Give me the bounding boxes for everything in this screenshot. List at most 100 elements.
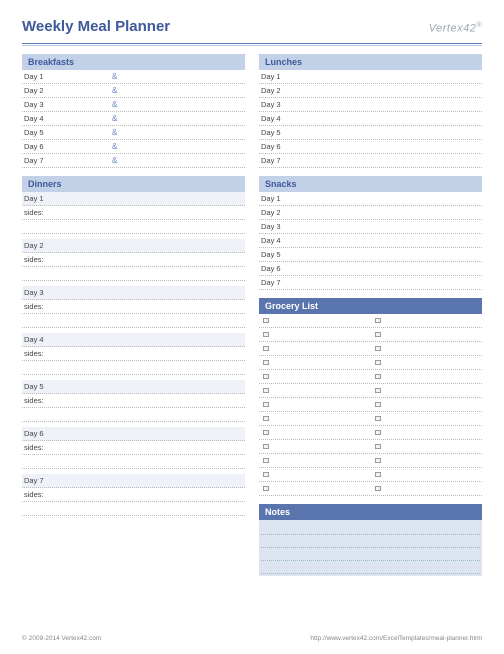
sides-label: sides: — [24, 208, 54, 217]
checkbox-icon — [263, 472, 269, 477]
day-label: Day 6 — [24, 429, 54, 438]
lunch-row: Day 7 — [259, 154, 482, 168]
day-label: Day 7 — [24, 476, 54, 485]
checkbox-icon — [263, 430, 269, 435]
grocery-row — [259, 412, 482, 426]
dinner-main-row: Day 2 — [22, 239, 245, 253]
checkbox-icon — [375, 388, 381, 393]
lunch-row: Day 6 — [259, 140, 482, 154]
checkbox-icon — [375, 458, 381, 463]
notes-line — [261, 535, 480, 548]
grocery-row — [259, 482, 482, 496]
grocery-cell — [371, 458, 483, 463]
breakfast-row: Day 4 & — [22, 112, 245, 126]
grocery-cell — [259, 318, 371, 323]
ampersand: & — [112, 114, 117, 123]
grocery-cell — [371, 332, 483, 337]
dinner-main-row: Day 7 — [22, 474, 245, 488]
day-label: Day 5 — [261, 250, 291, 259]
grocery-row — [259, 398, 482, 412]
day-label: Day 2 — [24, 241, 54, 250]
dinner-block: Day 6 sides: — [22, 427, 245, 469]
grocery-cell — [371, 360, 483, 365]
day-label: Day 1 — [24, 194, 54, 203]
day-label: Day 3 — [261, 100, 291, 109]
dinner-block: Day 4 sides: — [22, 333, 245, 375]
grocery-row — [259, 356, 482, 370]
checkbox-icon — [375, 374, 381, 379]
grocery-cell — [259, 416, 371, 421]
checkbox-icon — [375, 486, 381, 491]
day-label: Day 4 — [261, 236, 291, 245]
snack-row: Day 6 — [259, 262, 482, 276]
checkbox-icon — [375, 402, 381, 407]
day-label: Day 3 — [261, 222, 291, 231]
day-label: Day 6 — [261, 264, 291, 273]
grocery-cell — [259, 374, 371, 379]
snack-row: Day 4 — [259, 234, 482, 248]
checkbox-icon — [263, 416, 269, 421]
dinner-block: Day 3 sides: — [22, 286, 245, 328]
breakfasts-header: Breakfasts — [22, 54, 245, 70]
checkbox-icon — [263, 402, 269, 407]
checkbox-icon — [263, 486, 269, 491]
day-label: Day 1 — [261, 194, 291, 203]
checkbox-icon — [263, 332, 269, 337]
sides-row: sides: — [22, 253, 245, 267]
day-label: Day 2 — [24, 86, 54, 95]
breakfast-row: Day 5& — [22, 126, 245, 140]
sides-row: sides: — [22, 441, 245, 455]
checkbox-icon — [375, 430, 381, 435]
grocery-cell — [259, 360, 371, 365]
copyright: © 2009-2014 Vertex42.com — [22, 635, 101, 642]
notes-line — [261, 522, 480, 535]
day-label: Day 1 — [24, 72, 54, 81]
breakfast-row: Day 1& — [22, 70, 245, 84]
main-columns: Breakfasts Day 1& Day 2 & Day 3 & Day 4 & D… — [22, 54, 482, 576]
grocery-row — [259, 426, 482, 440]
grocery-cell — [259, 458, 371, 463]
checkbox-icon — [375, 346, 381, 351]
grocery-cell — [371, 318, 483, 323]
grocery-row — [259, 370, 482, 384]
sides-label: sides: — [24, 349, 54, 358]
grocery-cell — [371, 374, 483, 379]
day-label: Day 4 — [24, 114, 54, 123]
notes-body — [259, 520, 482, 576]
notes-header: Notes — [259, 504, 482, 520]
checkbox-icon — [263, 360, 269, 365]
grocery-cell — [259, 430, 371, 435]
day-label: Day 7 — [261, 156, 291, 165]
sides-row: sides: — [22, 394, 245, 408]
sides-row: sides: — [22, 347, 245, 361]
dinner-main-row: Day 3 — [22, 286, 245, 300]
day-label: Day 6 — [24, 142, 54, 151]
grocery-header: Grocery List — [259, 298, 482, 314]
sides-label: sides: — [24, 302, 54, 311]
dinner-block: Day 5 sides: — [22, 380, 245, 422]
blank-row — [22, 220, 245, 234]
right-column: Lunches Day 1 Day 2 Day 3 Day 4 Day 5 Da… — [259, 54, 482, 576]
checkbox-icon — [263, 374, 269, 379]
grocery-cell — [371, 416, 483, 421]
blank-row — [22, 408, 245, 422]
dinner-main-row: Day 6 — [22, 427, 245, 441]
grocery-cell — [259, 402, 371, 407]
blank-row — [22, 455, 245, 469]
day-label: Day 6 — [261, 142, 291, 151]
ampersand: & — [112, 100, 117, 109]
checkbox-icon — [263, 388, 269, 393]
divider-top — [22, 43, 482, 44]
checkbox-icon — [263, 458, 269, 463]
day-label: Day 1 — [261, 72, 291, 81]
logo: Vertex42® — [429, 22, 482, 35]
sides-row: sides: — [22, 206, 245, 220]
day-label: Day 2 — [261, 86, 291, 95]
dinner-block: Day 7 sides: — [22, 474, 245, 516]
day-label: Day 3 — [24, 288, 54, 297]
ampersand: & — [112, 86, 117, 95]
dinner-main-row: Day 1 — [22, 192, 245, 206]
header: Weekly Meal Planner Vertex42® — [22, 18, 482, 35]
footer-url: http://www.vertex42.com/ExcelTemplates/m… — [310, 635, 482, 642]
grocery-row — [259, 314, 482, 328]
